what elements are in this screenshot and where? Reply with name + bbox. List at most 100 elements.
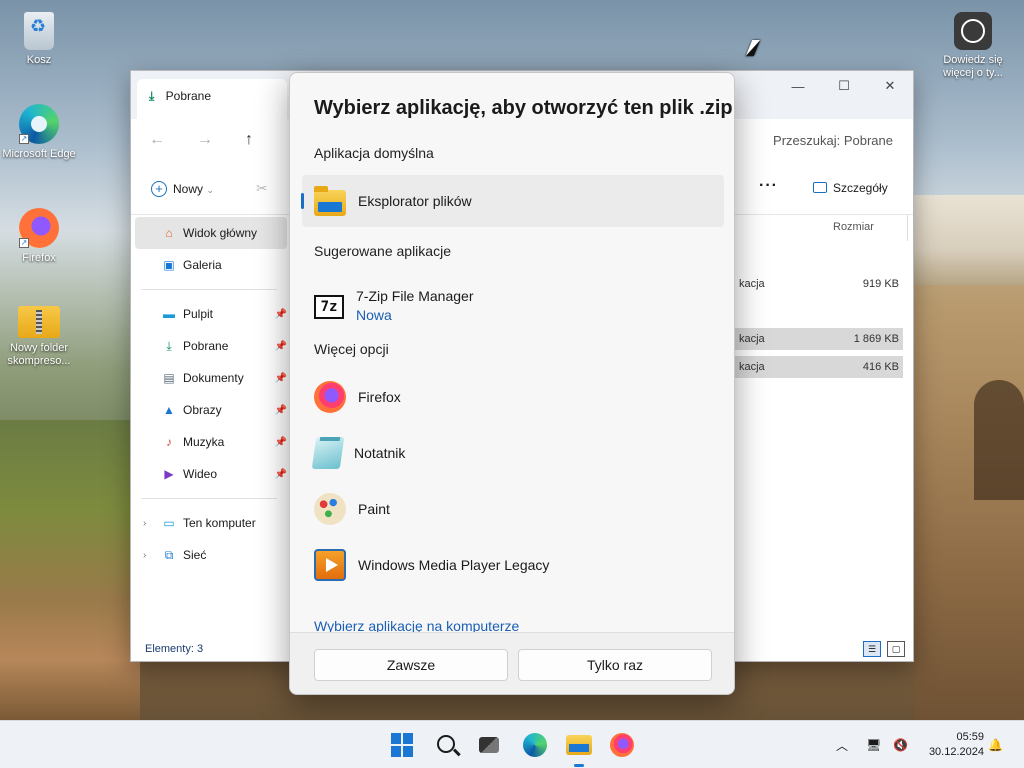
desktop-icon-label: Microsoft Edge [2, 148, 76, 160]
app-option-7zip[interactable]: 7z 7-Zip File Manager Nowa [302, 277, 724, 333]
download-icon: ⤓ [149, 89, 155, 103]
cut-icon[interactable]: ✂ [256, 180, 268, 197]
media-player-icon [314, 549, 346, 581]
desktop-icon-recycle-bin[interactable]: Kosz [1, 12, 77, 67]
windows-logo-tile [403, 733, 413, 744]
app-option-notepad[interactable]: Notatnik [302, 427, 724, 479]
sidebar-item-documents[interactable]: ▤ Dokumenty 📌 [131, 362, 291, 394]
maximize-button[interactable]: ☐ [821, 71, 867, 101]
desktop-icon-zip-folder[interactable]: Nowy folder skompreso... [1, 300, 77, 368]
windows-logo-tile [403, 746, 413, 757]
app-label: Notatnik [354, 445, 406, 461]
section-suggested-apps: Sugerowane aplikacje [314, 243, 451, 259]
pin-icon[interactable]: 📌 [275, 405, 287, 416]
home-icon: ⌂ [165, 226, 173, 240]
network-status-icon[interactable]: 🖥 [866, 721, 881, 768]
minimize-button[interactable]: — [775, 71, 821, 101]
sidebar-item-desktop[interactable]: ▬ Pulpit 📌 [131, 298, 291, 330]
sidebar-item-pictures[interactable]: ▲ Obrazy 📌 [131, 394, 291, 426]
pin-icon[interactable]: 📌 [275, 309, 287, 320]
file-explorer-icon [314, 186, 346, 216]
desktop-icon-learn-more[interactable]: Dowiedz się więcej o ty... [935, 12, 1011, 80]
file-size: 1 869 KB [853, 333, 899, 345]
new-button[interactable]: + Nowy ⌄ [151, 181, 214, 197]
edge-icon[interactable] [523, 733, 547, 757]
forward-arrow-icon[interactable]: → [197, 131, 213, 149]
task-view-icon[interactable] [479, 737, 499, 753]
sidebar-item-home[interactable]: ⌂ Widok główny [135, 217, 287, 249]
pin-icon[interactable]: 📌 [275, 341, 287, 352]
app-option-paint[interactable]: Paint [302, 483, 724, 535]
file-explorer-icon[interactable] [566, 735, 592, 755]
chevron-up-icon: ︿ [836, 738, 849, 753]
new-badge: Nowa [356, 306, 392, 323]
up-arrow-icon[interactable]: ↑ [245, 131, 253, 149]
window-controls: — ☐ ✕ [775, 71, 913, 101]
sidebar-item-gallery[interactable]: ▣ Galeria [131, 249, 291, 281]
section-more-options: Więcej opcji [314, 341, 389, 357]
chevron-right-icon[interactable]: › [143, 518, 146, 529]
pin-icon[interactable]: 📌 [275, 469, 287, 480]
always-button[interactable]: Zawsze [314, 649, 508, 681]
section-default-app: Aplikacja domyślna [314, 145, 434, 161]
explorer-tab[interactable]: ⤓ Pobrane [137, 79, 287, 119]
chevron-right-icon[interactable]: › [143, 550, 146, 561]
just-once-button[interactable]: Tylko raz [518, 649, 712, 681]
details-pane-icon [813, 182, 827, 193]
sidebar-item-music[interactable]: ♪ Muzyka 📌 [131, 426, 291, 458]
details-button[interactable]: Szczegóły [813, 181, 888, 195]
tiles-view-icon[interactable]: ▢ [887, 641, 905, 657]
shortcut-arrow-icon: ↗ [19, 238, 29, 248]
plus-icon: + [151, 181, 167, 197]
system-clock[interactable]: 05:59 30.12.2024 [929, 730, 984, 760]
search-input[interactable]: Przeszukaj: Pobrane [773, 133, 893, 148]
file-type: kacja [739, 278, 765, 290]
edge-icon: ↗ [19, 104, 59, 144]
search-icon[interactable] [437, 735, 455, 753]
notifications-bell-icon[interactable]: 🔔 [988, 721, 1003, 768]
mouse-cursor [745, 40, 761, 56]
more-options-icon[interactable]: ··· [759, 177, 778, 195]
details-view-icon[interactable]: ☰ [863, 641, 881, 657]
sidebar-item-video[interactable]: ▶ Wideo 📌 [131, 458, 291, 490]
video-icon: ▶ [164, 467, 174, 481]
table-row[interactable]: kacja 1 869 KB [735, 328, 903, 350]
new-button-label: Nowy [173, 182, 204, 196]
pictures-icon: ▲ [163, 403, 175, 417]
active-app-indicator [574, 764, 584, 767]
sidebar-item-label: Pobrane [183, 339, 229, 353]
sidebar-item-downloads[interactable]: ⤓ Pobrane 📌 [131, 330, 291, 362]
show-hidden-icons[interactable]: ︿ [836, 721, 848, 768]
desktop-wallpaper-left [0, 420, 140, 720]
gallery-icon: ▣ [163, 258, 175, 272]
sidebar-item-label: Ten komputer [183, 516, 256, 530]
sidebar-item-this-pc[interactable]: › ▭ Ten komputer [131, 507, 291, 539]
explorer-tab-title: Pobrane [165, 89, 212, 103]
firefox-icon[interactable] [610, 733, 634, 757]
app-option-firefox[interactable]: Firefox [302, 371, 724, 423]
app-label: Windows Media Player Legacy [358, 557, 550, 573]
column-header-size[interactable]: Rozmiar [833, 221, 874, 233]
details-button-label: Szczegóły [833, 181, 888, 195]
start-button[interactable] [391, 733, 415, 757]
table-row[interactable]: kacja 919 KB [735, 273, 903, 295]
view-toggle: ☰ ▢ [863, 641, 905, 657]
desktop-icon-firefox[interactable]: ↗ Firefox [1, 208, 77, 265]
sidebar-item-network[interactable]: › ⧉ Sieć [131, 539, 291, 571]
recycle-bin-icon [24, 12, 54, 50]
sidebar-item-label: Obrazy [183, 403, 222, 417]
pin-icon[interactable]: 📌 [275, 373, 287, 384]
desktop-icon-edge[interactable]: ↗ Microsoft Edge [1, 104, 77, 161]
network-icon: ⧉ [164, 547, 174, 562]
app-label: Paint [358, 501, 390, 517]
table-row[interactable]: kacja 416 KB [735, 356, 903, 378]
sidebar-item-label: Wideo [183, 467, 218, 481]
pin-icon[interactable]: 📌 [275, 437, 287, 448]
app-option-file-explorer[interactable]: Eksplorator plików [301, 175, 724, 227]
desktop-icon-label: Firefox [22, 252, 56, 264]
app-option-media-player[interactable]: Windows Media Player Legacy [302, 539, 724, 591]
close-button[interactable]: ✕ [867, 71, 913, 101]
camera-icon [954, 12, 992, 50]
volume-muted-icon[interactable]: 🔇 [893, 721, 908, 768]
back-arrow-icon[interactable]: ← [149, 131, 165, 149]
